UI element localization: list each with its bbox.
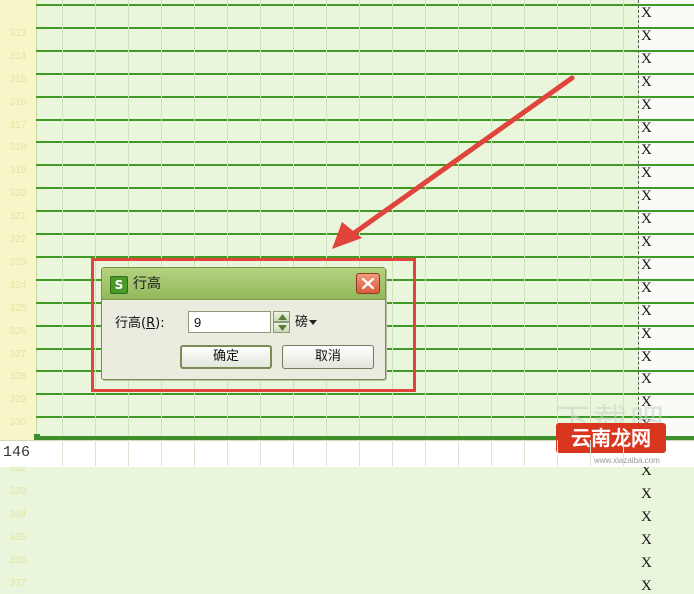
column-gridline: [326, 440, 327, 466]
triangle-up-icon: [278, 314, 287, 320]
row-height-input[interactable]: [188, 311, 271, 333]
close-button[interactable]: [356, 273, 380, 294]
chevron-down-icon: [309, 320, 318, 325]
column-gridline: [128, 440, 129, 466]
column-gridline: [194, 440, 195, 466]
column-gridline: [458, 440, 459, 466]
unit-dropdown[interactable]: 磅: [295, 313, 318, 333]
column-gridline: [293, 440, 294, 466]
row-number[interactable]: 335: [0, 530, 36, 546]
row-height-label: 行高(R):: [115, 316, 165, 331]
row-number[interactable]: 337: [0, 576, 36, 592]
column-gridline: [62, 440, 63, 466]
column-gridline: [161, 440, 162, 466]
triangle-down-icon: [278, 325, 287, 331]
row-height-spinner[interactable]: [273, 311, 290, 333]
column-gridline: [491, 440, 492, 466]
row-number[interactable]: 333: [0, 484, 36, 500]
column-gridline: [524, 440, 525, 466]
column-gridline: [623, 440, 624, 466]
cell-x-marker[interactable]: X: [641, 486, 653, 502]
cell-x-marker[interactable]: X: [641, 555, 653, 571]
column-gridline: [557, 440, 558, 466]
wps-app-icon: S: [110, 276, 128, 294]
cell-x-marker[interactable]: X: [641, 509, 653, 525]
row-number[interactable]: 336: [0, 553, 36, 569]
column-gridline: [260, 440, 261, 466]
row-number[interactable]: 334: [0, 507, 36, 523]
watermark-logo: 云南龙网: [556, 423, 666, 453]
cell-x-marker[interactable]: X: [641, 532, 653, 548]
column-gridline: [590, 440, 591, 466]
column-gridline: [359, 440, 360, 466]
spin-up-button[interactable]: [273, 311, 290, 322]
column-gridline: [425, 440, 426, 466]
watermark-url: www.xiazaiba.com: [594, 456, 660, 465]
close-icon: [362, 278, 374, 289]
unit-label: 磅: [295, 315, 309, 330]
ok-button[interactable]: 确定: [180, 345, 272, 369]
column-gridline: [95, 440, 96, 466]
row-height-dialog: S 行高 行高(R): 磅 确定 取消: [101, 267, 386, 380]
dialog-titlebar[interactable]: S 行高: [102, 268, 385, 300]
column-gridline: [227, 440, 228, 466]
spin-down-button[interactable]: [273, 322, 290, 333]
cell-x-marker[interactable]: X: [641, 578, 653, 594]
column-gridline: [392, 440, 393, 466]
cancel-button[interactable]: 取消: [282, 345, 374, 369]
dialog-title: 行高: [133, 276, 161, 292]
